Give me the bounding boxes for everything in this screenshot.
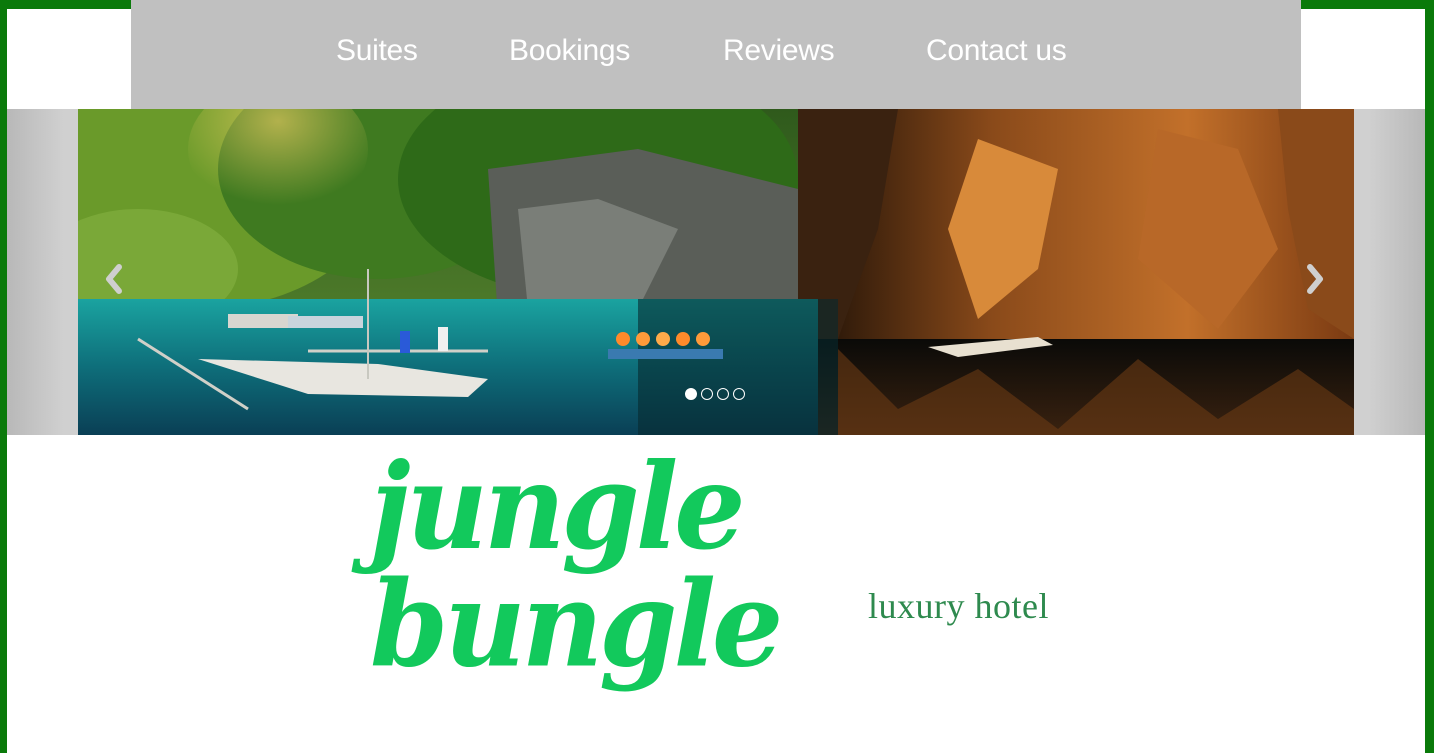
nav-link-reviews[interactable]: Reviews [723, 34, 835, 68]
carousel-prev-button[interactable] [99, 259, 129, 299]
nav-link-contact-us[interactable]: Contact us [926, 34, 1067, 68]
chevron-left-icon [106, 264, 122, 294]
carousel-indicator-4[interactable] [733, 388, 745, 400]
page-frame-left [0, 0, 7, 753]
image-carousel [7, 109, 1425, 435]
carousel-indicator-2[interactable] [701, 388, 713, 400]
chevron-right-icon [1307, 264, 1323, 294]
nav-link-suites[interactable]: Suites [336, 34, 418, 68]
carousel-indicators [685, 388, 745, 400]
carousel-slide-image [78, 109, 1354, 435]
nav-link-bookings[interactable]: Bookings [509, 34, 630, 68]
carousel-next-button[interactable] [1300, 259, 1330, 299]
carousel-indicator-1[interactable] [685, 388, 697, 400]
brand-name: jungle bungle [370, 438, 783, 695]
carousel-indicator-3[interactable] [717, 388, 729, 400]
page-frame-right [1425, 0, 1434, 753]
brand-tagline: luxury hotel [868, 586, 1049, 626]
brand-logo: jungle bungle luxury hotel [370, 449, 1070, 684]
top-navbar: Suites Bookings Reviews Contact us [131, 0, 1301, 109]
slide-landscape-illustration [78, 109, 1354, 435]
